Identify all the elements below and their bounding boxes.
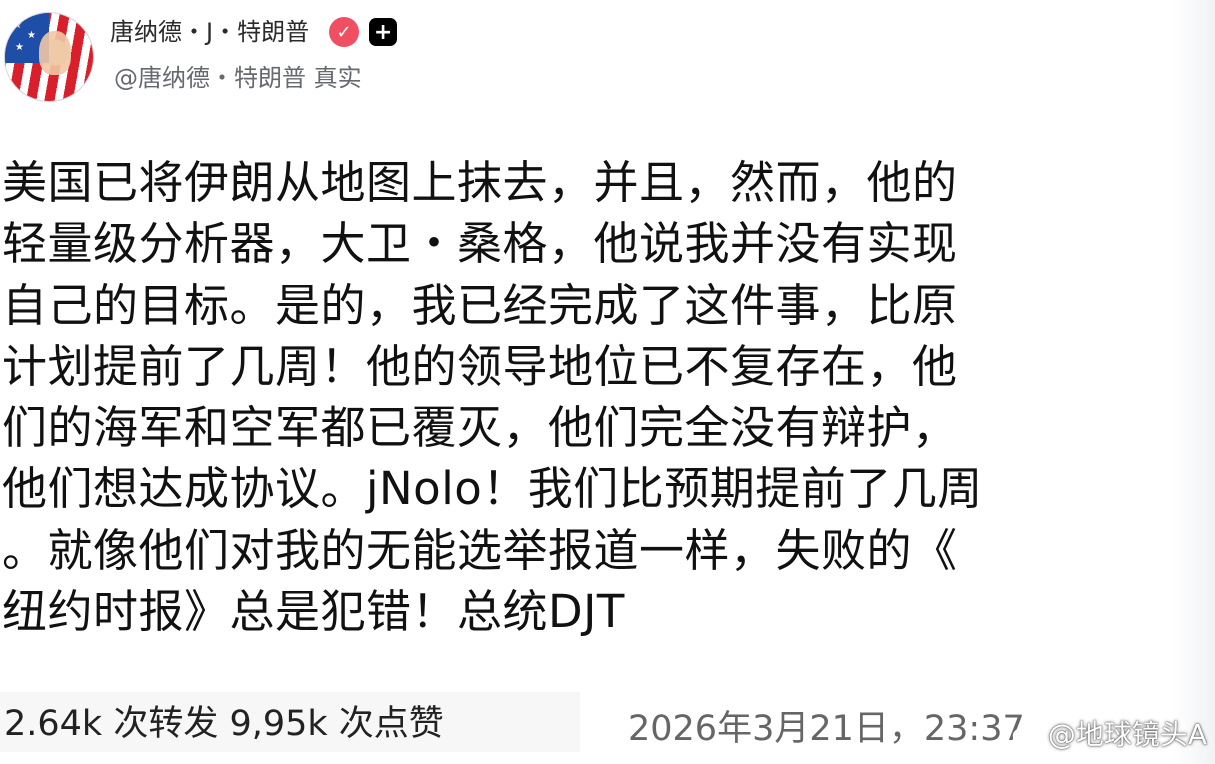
name-row: 唐纳德・J・特朗普 ✓ +	[110, 14, 398, 50]
post-header: ★ ★ ★ 唐纳德・J・特朗普 ✓ + @唐纳德・特朗普 真实	[4, 10, 604, 102]
watermark: @地球镜头A	[1012, 713, 1207, 753]
post-line: 纽约时报》总是犯错！总统DJT	[2, 585, 625, 639]
avatar[interactable]: ★ ★ ★	[4, 12, 94, 102]
post-line: 美国已将伊朗从地图上抹去，并且，然而，他的	[2, 156, 958, 209]
post-line: 自己的目标。是的，我已经完成了这件事，比原	[2, 278, 958, 332]
avatar-star-icon: ★	[27, 30, 36, 41]
post-line: 计划提前了几周！他的领导地位已不复存在，他	[2, 339, 958, 393]
post-line: 。就像他们对我的无能选举报道一样，失败的《	[2, 523, 958, 577]
post-timestamp[interactable]: 2026年3月21日，23:37	[628, 705, 1025, 753]
weibo-icon	[1012, 722, 1042, 746]
post-line: 他们想达成协议。jNolo！我们比预期提前了几周	[2, 462, 983, 516]
post-text: 美国已将伊朗从地图上抹去，并且，然而，他的 轻量级分析器，大卫・桑格，他说我并没…	[2, 152, 1122, 642]
avatar-star-icon: ★	[15, 42, 24, 53]
post-line: 轻量级分析器，大卫・桑格，他说我并没有实现	[2, 217, 958, 271]
user-handle[interactable]: @唐纳德・特朗普 真实	[114, 62, 362, 94]
avatar-face	[39, 31, 71, 75]
plus-icon[interactable]: +	[369, 18, 398, 46]
engagement-stats[interactable]: 2.64k 次转发 9,95k 次点赞	[4, 700, 444, 748]
verified-check-icon: ✓	[329, 17, 360, 47]
watermark-text: @地球镜头A	[1047, 718, 1207, 751]
post-line: 们的海军和空军都已覆灭，他们完全没有辩护，	[2, 401, 958, 455]
right-edge-shade	[1173, 0, 1215, 764]
avatar-star-icon: ★	[13, 20, 22, 31]
display-name[interactable]: 唐纳德・J・特朗普	[110, 14, 309, 50]
